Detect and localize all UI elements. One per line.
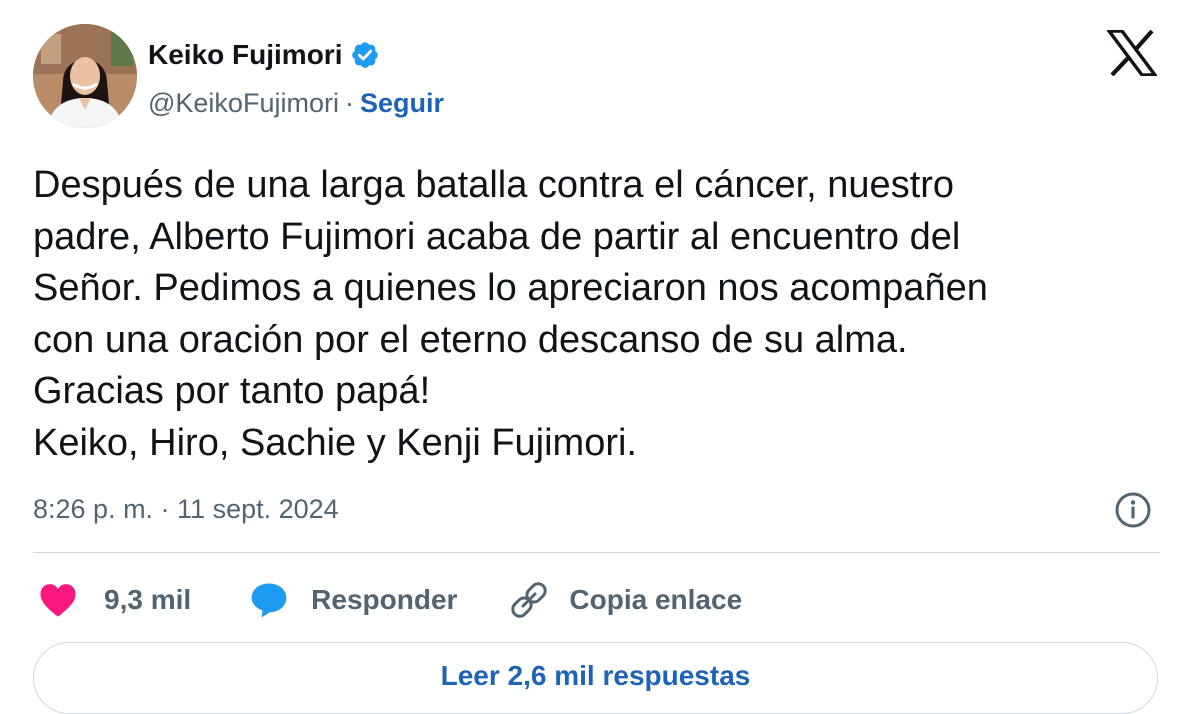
copy-link-button[interactable]: Copia enlace [507, 578, 742, 622]
like-count: 9,3 mil [104, 584, 192, 615]
author-handle-row: @KeikoFujimori · Seguir [148, 84, 444, 122]
tweet-timestamp[interactable]: 8:26 p. m. · 11 sept. 2024 [33, 494, 339, 525]
tweet-text-line: Señor. Pedimos a quienes lo apreciaron n… [33, 267, 988, 309]
tweet-text-line: Gracias por tanto papá! [33, 370, 431, 412]
info-icon[interactable] [1113, 490, 1153, 530]
heart-icon [40, 584, 76, 617]
reply-label: Responder [311, 584, 458, 615]
tweet-text-line: Keiko, Hiro, Sachie y Kenji Fujimori. [33, 421, 637, 464]
author-name-row: Keiko Fujimori [148, 34, 380, 76]
separator-dot: · [344, 87, 354, 118]
read-replies-label: Leer 2,6 mil respuestas [440, 660, 751, 691]
tweet-text: Después de una larga batalla contra el c… [33, 160, 1163, 469]
author-display-name[interactable]: Keiko Fujimori [148, 39, 342, 71]
reply-button[interactable]: Responder [249, 581, 457, 619]
tweet-text-line: Después de una larga batalla contra el c… [33, 164, 955, 206]
author-handle[interactable]: @KeikoFujimori [148, 88, 339, 119]
follow-button[interactable]: Seguir [360, 88, 444, 119]
tweet-card: Keiko Fujimori @KeikoFujimori · Seguir D… [0, 0, 1200, 714]
action-bar: 9,3 mil Responder Copia enlace [38, 576, 742, 624]
read-replies-button[interactable]: Leer 2,6 mil respuestas [33, 642, 1158, 714]
tweet-text-line: con una oración por el eterno descanso d… [33, 318, 908, 361]
copy-link-label: Copia enlace [569, 584, 743, 615]
avatar-photo [33, 24, 137, 128]
link-icon [511, 582, 548, 618]
divider [33, 552, 1160, 553]
like-button[interactable]: 9,3 mil [38, 581, 191, 619]
speech-bubble-icon [251, 583, 287, 618]
x-logo-icon[interactable] [1105, 29, 1159, 77]
verified-badge-icon [350, 40, 380, 70]
avatar[interactable] [33, 24, 137, 128]
tweet-text-line: padre, Alberto Fujimori acaba de partir … [33, 215, 961, 258]
